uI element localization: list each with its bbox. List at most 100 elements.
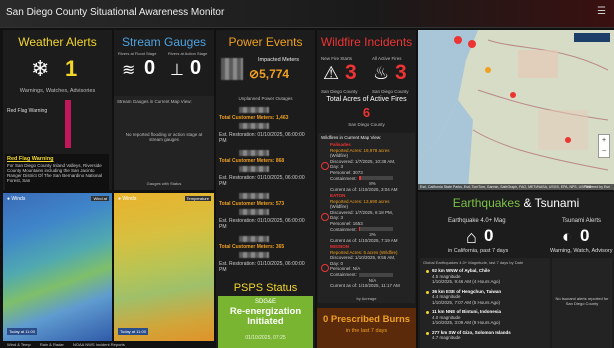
map-attribution: Esri, California State Parks, Esri, TomT…: [418, 184, 614, 190]
impacted-meters-number: 5,774: [259, 67, 290, 81]
flood-stage-label: Rivers at Flood Stage: [118, 51, 157, 56]
wind-map-left-time[interactable]: Today at 11:00: [7, 328, 37, 335]
outage-map-thumb: [239, 123, 269, 129]
earthquake-dot-icon: [426, 311, 429, 314]
weather-alerts-panel: Weather Alerts ❄ 1 Warnings, Watches, Ad…: [3, 30, 112, 190]
red-flag-gauge-label: Red Flag Warning: [7, 108, 48, 114]
outage-map-thumb: [239, 150, 269, 156]
earthquake-dot-icon: [426, 331, 429, 335]
menu-icon[interactable]: ☰: [597, 6, 606, 17]
weather-subtitle: Warnings, Watches, Advisories: [19, 88, 96, 94]
wind-map-left-title-text: Winds: [11, 196, 26, 202]
power-map-thumb: [221, 58, 243, 80]
wind-map-left[interactable]: ● Winds Wind at Today at 11:00: [3, 193, 112, 341]
page-title: San Diego County Situational Awareness M…: [6, 7, 225, 18]
map-panel[interactable]: + − Esri, California State Parks, Esri, T…: [418, 30, 614, 190]
outage-map-thumb: [239, 166, 269, 172]
tsunami-list: No tsunami alerts reported for San Diego…: [552, 258, 612, 348]
earthquake-house-icon: ⌂: [466, 227, 477, 247]
wind-map-right[interactable]: ● Winds Temperature Today at 11:00: [114, 193, 214, 341]
outage-meters-label: Total Customer Meters:: [219, 244, 275, 250]
tsunami-empty-text: No tsunami alerts reported for San Diego…: [555, 296, 609, 306]
zoom-in-button[interactable]: +: [599, 135, 609, 146]
prescribed-burns-title: 0 Prescribed Burns: [322, 314, 411, 325]
outage-meters-value: 1,463: [275, 115, 289, 121]
power-events-panel: Power Events Impacted Meters ⊘5,774 Unpl…: [216, 30, 315, 348]
wind-map-right-title-text: Winds: [122, 196, 137, 202]
earthquake-title-a: Earthquakes: [452, 196, 521, 210]
wildfire-title: Wildfire Incidents: [320, 35, 413, 49]
wind-map-right-time[interactable]: Today at 11:00: [118, 328, 148, 335]
earthquake-panel: Earthquakes & Tsunami Earthquake 4.0+ Ma…: [418, 192, 614, 348]
zoom-out-button[interactable]: −: [599, 146, 609, 157]
outage-item[interactable]: Total Customer Meters: 1,463 Est. Restor…: [219, 105, 313, 145]
weather-count-group: ❄ 1: [31, 56, 91, 82]
tsunami-count: 0: [580, 226, 590, 245]
fire-item[interactable]: EATON Reported Acres: 13,690 acres (Wild…: [318, 193, 415, 246]
fire-updated: Current as of: 1/10/2025, 11:17 AM: [330, 283, 400, 289]
new-fires-count: 3: [345, 61, 357, 84]
fire-item[interactable]: Palisades Reported Acres: 19,978 acres (…: [318, 142, 415, 195]
containment-bar: [358, 227, 393, 232]
psps-status-box: SDG&E Re-energization Initiated 01/10/20…: [218, 296, 313, 348]
weather-alert-count: 1: [65, 56, 78, 81]
flame-icon: ♨: [373, 63, 390, 83]
earthquake-item[interactable]: 277 km SW of Gizo, Solomon Islands 4.7 ma…: [426, 330, 548, 341]
tab-nws-reports[interactable]: NOAA NWS Incident Reports: [73, 342, 125, 347]
fire-item[interactable]: MISSION Reported Acres: 5 acres (Wildfir…: [318, 244, 415, 292]
map-toolbar[interactable]: [574, 33, 610, 42]
outages-label: Unplanned Power Outages: [238, 96, 293, 101]
outage-meters-value: 868: [275, 158, 285, 164]
earthquake-item[interactable]: 92 km WNW of Aybal, Chile 4.5 magnitude 1/…: [426, 268, 548, 285]
outage-restore: Est. Restoration: 01/10/2025, 06:00:00 P…: [219, 218, 305, 230]
outage-meters-value: 573: [275, 201, 285, 207]
stream-list-label: Stream Gauges in Current Map View:: [117, 99, 192, 104]
all-fires-county: San Diego County: [372, 89, 409, 94]
containment-fill: [358, 176, 362, 181]
earthquake-sub: in California, past 7 days: [448, 248, 509, 254]
earthquake-dot-icon: [426, 270, 429, 273]
snowflake-sun-icon: ❄: [31, 56, 50, 81]
weather-alerts-title: Weather Alerts: [18, 35, 97, 49]
wind-map-left-badge[interactable]: Wind at: [91, 196, 109, 201]
earthquake-mag-label: Earthquake 4.0+ Mag: [448, 218, 506, 224]
zoom-controls[interactable]: + −: [598, 134, 610, 158]
earthquake-item[interactable]: 11 km NNE of Bintuni, Indonesia 4.0 magni…: [426, 309, 548, 326]
wind-map-left-title: ● Winds: [7, 196, 25, 202]
fire-updated: Current as of: 1/10/2025, 7:19 AM: [330, 237, 398, 243]
containment-fill: [358, 227, 360, 232]
stream-gauges-panel: Stream Gauges Rivers at Flood Stage Rive…: [114, 30, 214, 190]
outage-meters-label: Total Customer Meters:: [219, 115, 275, 121]
outage-item[interactable]: Total Customer Meters: 365 Est. Restorat…: [219, 234, 313, 274]
action-stage-label: Rivers at Action Stage: [168, 51, 208, 56]
radar-tabs: Wind & Temp Rain & Radar NOAA NWS Incide…: [3, 341, 214, 348]
wildfire-list: Wildfires in Current Map View: Palisades…: [318, 133, 415, 303]
fire-containment-label: Containment:: [330, 175, 357, 181]
outage-item[interactable]: Total Customer Meters: 573 Est. Restorat…: [219, 191, 313, 231]
tab-rain-radar[interactable]: Rain & Radar: [40, 342, 64, 347]
map-canvas[interactable]: [418, 30, 614, 190]
alert-detail-title[interactable]: Red Flag Warning: [7, 156, 109, 162]
alert-detail-box[interactable]: Red Flag Warning For San Diego County In…: [5, 154, 109, 190]
acres-value: 6: [362, 105, 371, 120]
tab-wind-temp[interactable]: Wind & Temp: [7, 342, 31, 347]
fire-marker-icon: [321, 264, 329, 272]
fire-marker-icon: [321, 162, 329, 170]
earthquake-title-b: Tsunami: [534, 196, 580, 210]
earthquake-time: 1/10/2025, 9:46 AM (4 Hours Ago): [432, 279, 501, 284]
earthquake-item[interactable]: 36 km ESE of Hengchun, Taiwan 4.4 magnitu…: [426, 289, 548, 306]
outage-meters-value: 365: [275, 244, 285, 250]
earthquake-count: 0: [484, 226, 494, 245]
outage-map-thumb: [239, 236, 269, 242]
all-fires-count: 3: [395, 61, 407, 84]
earthquake-list: Global Earthquakes 4.0+ Magnitude, last …: [420, 258, 550, 348]
fire-marker-icon: [321, 213, 329, 221]
outage-restore: Est. Restoration: 01/10/2025, 06:00:00 P…: [219, 261, 305, 273]
psps-status: Re-energization Initiated: [229, 306, 302, 327]
wind-map-right-badge[interactable]: Temperature: [184, 196, 211, 201]
powered-by-esri[interactable]: Powered by Esri: [585, 184, 610, 190]
map-attribution-text: Esri, California State Parks, Esri, TomT…: [420, 185, 592, 189]
containment-bar: [358, 272, 393, 277]
flood-wave-icon: ≋: [122, 62, 136, 79]
outage-item[interactable]: Total Customer Meters: 868 Est. Restorat…: [219, 148, 313, 188]
